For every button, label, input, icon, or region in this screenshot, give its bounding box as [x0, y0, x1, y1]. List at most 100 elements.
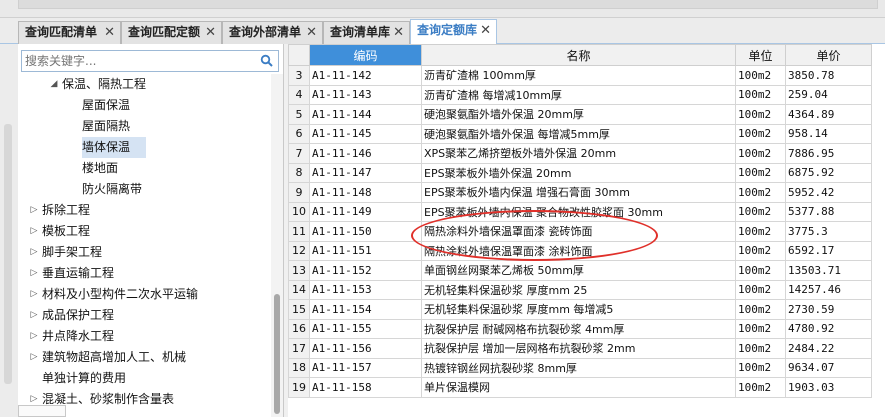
expand-toggle-icon[interactable]: ▷: [28, 347, 40, 368]
cell-code[interactable]: A1-11-155: [309, 318, 422, 339]
cell-unit[interactable]: 100m2: [735, 338, 786, 359]
tree-item[interactable]: 屋面隔热: [18, 116, 272, 137]
cell-code[interactable]: A1-11-145: [309, 123, 422, 144]
cell-name[interactable]: EPS聚苯板外墙内保温 增强石膏面 30mm: [421, 182, 736, 203]
table-row[interactable]: 16 A1-11-155 抗裂保护层 耐碱网格布抗裂砂浆 4mm厚 100m2 4780…: [288, 318, 872, 339]
table-row[interactable]: 18 A1-11-157 热镀锌钢丝网抗裂砂浆 8mm厚 100m2 9634.07: [288, 357, 872, 378]
cell-unit[interactable]: 100m2: [735, 123, 786, 144]
tree-item[interactable]: ▷ 模板工程: [18, 221, 272, 242]
cell-name[interactable]: 隔热涂料外墙保温罩面漆 涂料饰面: [421, 240, 736, 261]
cell-code[interactable]: A1-11-149: [309, 201, 422, 222]
tree-item[interactable]: ▷ 脚手架工程: [18, 242, 272, 263]
cell-price[interactable]: 6592.17: [785, 240, 872, 261]
cell-code[interactable]: A1-11-142: [309, 65, 422, 86]
tree-item[interactable]: 屋面保温: [18, 95, 272, 116]
cell-price[interactable]: 4780.92: [785, 318, 872, 339]
tab-1[interactable]: 查询匹配定额 ✕: [121, 21, 222, 44]
close-icon[interactable]: ✕: [205, 22, 216, 43]
cell-code[interactable]: A1-11-153: [309, 279, 422, 300]
cell-unit[interactable]: 100m2: [735, 221, 786, 242]
cell-name[interactable]: 隔热涂料外墙保温罩面漆 瓷砖饰面: [421, 221, 736, 242]
expand-toggle-icon[interactable]: ▷: [28, 221, 40, 242]
table-row[interactable]: 5 A1-11-144 硬泡聚氨酯外墙外保温 20mm厚 100m2 4364.89: [288, 104, 872, 125]
cell-price[interactable]: 7886.95: [785, 143, 872, 164]
top-horizontal-scrollbar[interactable]: [18, 0, 878, 9]
cell-unit[interactable]: 100m2: [735, 143, 786, 164]
col-header-price[interactable]: 单价: [785, 44, 872, 66]
table-row[interactable]: 7 A1-11-146 XPS聚苯乙烯挤塑板外墙外保温 20mm 100m2 7886.…: [288, 143, 872, 164]
search-icon[interactable]: [260, 54, 274, 68]
cell-unit[interactable]: 100m2: [735, 182, 786, 203]
cell-name[interactable]: 硬泡聚氨酯外墙外保温 20mm厚: [421, 104, 736, 125]
tree-item[interactable]: 墙体保温: [18, 137, 272, 158]
gutter-scrollbar[interactable]: [4, 124, 12, 384]
tab-4[interactable]: 查询定额库 ✕: [410, 19, 497, 45]
cell-name[interactable]: 无机轻集料保温砂浆 厚度mm 每增减5: [421, 299, 736, 320]
cell-name[interactable]: 无机轻集料保温砂浆 厚度mm 25: [421, 279, 736, 300]
cell-price[interactable]: 14257.46: [785, 279, 872, 300]
cell-unit[interactable]: 100m2: [735, 279, 786, 300]
cell-price[interactable]: 5377.88: [785, 201, 872, 222]
cell-price[interactable]: 259.04: [785, 84, 872, 105]
col-header-unit[interactable]: 单位: [735, 44, 786, 66]
table-row[interactable]: 14 A1-11-153 无机轻集料保温砂浆 厚度mm 25 100m2 14257.4…: [288, 279, 872, 300]
tree-item[interactable]: ◢ 保温、隔热工程: [18, 74, 272, 95]
cell-name[interactable]: 沥青矿渣棉 每增减10mm厚: [421, 84, 736, 105]
cell-unit[interactable]: 100m2: [735, 357, 786, 378]
cell-code[interactable]: A1-11-150: [309, 221, 422, 242]
cell-price[interactable]: 1903.03: [785, 377, 872, 398]
table-row[interactable]: 4 A1-11-143 沥青矿渣棉 每增减10mm厚 100m2 259.04: [288, 84, 872, 105]
expand-toggle-icon[interactable]: ◢: [48, 74, 60, 95]
cell-unit[interactable]: 100m2: [735, 240, 786, 261]
tab-2[interactable]: 查询外部清单 ✕: [222, 21, 323, 44]
cell-price[interactable]: 958.14: [785, 123, 872, 144]
table-row[interactable]: 10 A1-11-149 EPS聚苯板外墙内保温 聚合物改性胶浆面 30mm 100m…: [288, 201, 872, 222]
tab-3[interactable]: 查询清单库 ✕: [323, 21, 410, 44]
table-row[interactable]: 17 A1-11-156 抗裂保护层 增加一层网格布抗裂砂浆 2mm 100m2 248…: [288, 338, 872, 359]
cell-price[interactable]: 5952.42: [785, 182, 872, 203]
expand-toggle-icon[interactable]: ▷: [28, 326, 40, 347]
table-row[interactable]: 19 A1-11-158 单片保温模网 100m2 1903.03: [288, 377, 872, 398]
cell-name[interactable]: 沥青矿渣棉 100mm厚: [421, 65, 736, 86]
cell-unit[interactable]: 100m2: [735, 201, 786, 222]
cell-name[interactable]: 单片保温模网: [421, 377, 736, 398]
table-row[interactable]: 13 A1-11-152 单面钢丝网聚苯乙烯板 50mm厚 100m2 13503.71: [288, 260, 872, 281]
table-row[interactable]: 15 A1-11-154 无机轻集料保温砂浆 厚度mm 每增减5 100m2 2730.…: [288, 299, 872, 320]
tree-item[interactable]: ▷ 建筑物超高增加人工、机械: [18, 347, 272, 368]
table-row[interactable]: 9 A1-11-148 EPS聚苯板外墙内保温 增强石膏面 30mm 100m2 595…: [288, 182, 872, 203]
close-icon[interactable]: ✕: [393, 22, 404, 43]
close-icon[interactable]: ✕: [306, 22, 317, 43]
cell-price[interactable]: 4364.89: [785, 104, 872, 125]
tree-scrollbar-thumb[interactable]: [274, 294, 280, 414]
cell-code[interactable]: A1-11-144: [309, 104, 422, 125]
cell-unit[interactable]: 100m2: [735, 162, 786, 183]
tree-item[interactable]: ▷ 垂直运输工程: [18, 263, 272, 284]
cell-unit[interactable]: 100m2: [735, 377, 786, 398]
tree-scrollbar[interactable]: [271, 74, 283, 417]
cell-name[interactable]: 抗裂保护层 增加一层网格布抗裂砂浆 2mm: [421, 338, 736, 359]
cell-code[interactable]: A1-11-143: [309, 84, 422, 105]
cell-code[interactable]: A1-11-151: [309, 240, 422, 261]
cell-unit[interactable]: 100m2: [735, 65, 786, 86]
tree-item[interactable]: ▷ 材料及小型构件二次水平运输: [18, 284, 272, 305]
cell-name[interactable]: 硬泡聚氨酯外墙外保温 每增减5mm厚: [421, 123, 736, 144]
table-row[interactable]: 12 A1-11-151 隔热涂料外墙保温罩面漆 涂料饰面 100m2 6592.17: [288, 240, 872, 261]
cell-unit[interactable]: 100m2: [735, 299, 786, 320]
tree-item[interactable]: ▷ 成品保护工程: [18, 305, 272, 326]
tree-item[interactable]: ▷ 井点降水工程: [18, 326, 272, 347]
cell-name[interactable]: 热镀锌钢丝网抗裂砂浆 8mm厚: [421, 357, 736, 378]
cell-name[interactable]: EPS聚苯板外墙外保温 20mm: [421, 162, 736, 183]
table-row[interactable]: 11 A1-11-150 隔热涂料外墙保温罩面漆 瓷砖饰面 100m2 3775.3: [288, 221, 872, 242]
cell-code[interactable]: A1-11-152: [309, 260, 422, 281]
cell-unit[interactable]: 100m2: [735, 260, 786, 281]
cell-price[interactable]: 2730.59: [785, 299, 872, 320]
tree-item[interactable]: 单独计算的费用: [18, 368, 272, 389]
cell-name[interactable]: EPS聚苯板外墙内保温 聚合物改性胶浆面 30mm: [421, 201, 736, 222]
expand-toggle-icon[interactable]: ▷: [28, 242, 40, 263]
tab-0[interactable]: 查询匹配清单 ✕: [18, 21, 121, 44]
cell-price[interactable]: 6875.92: [785, 162, 872, 183]
cell-code[interactable]: A1-11-147: [309, 162, 422, 183]
col-header-code[interactable]: 编码: [309, 44, 422, 66]
expand-toggle-icon[interactable]: ▷: [28, 200, 40, 221]
cell-name[interactable]: 单面钢丝网聚苯乙烯板 50mm厚: [421, 260, 736, 281]
